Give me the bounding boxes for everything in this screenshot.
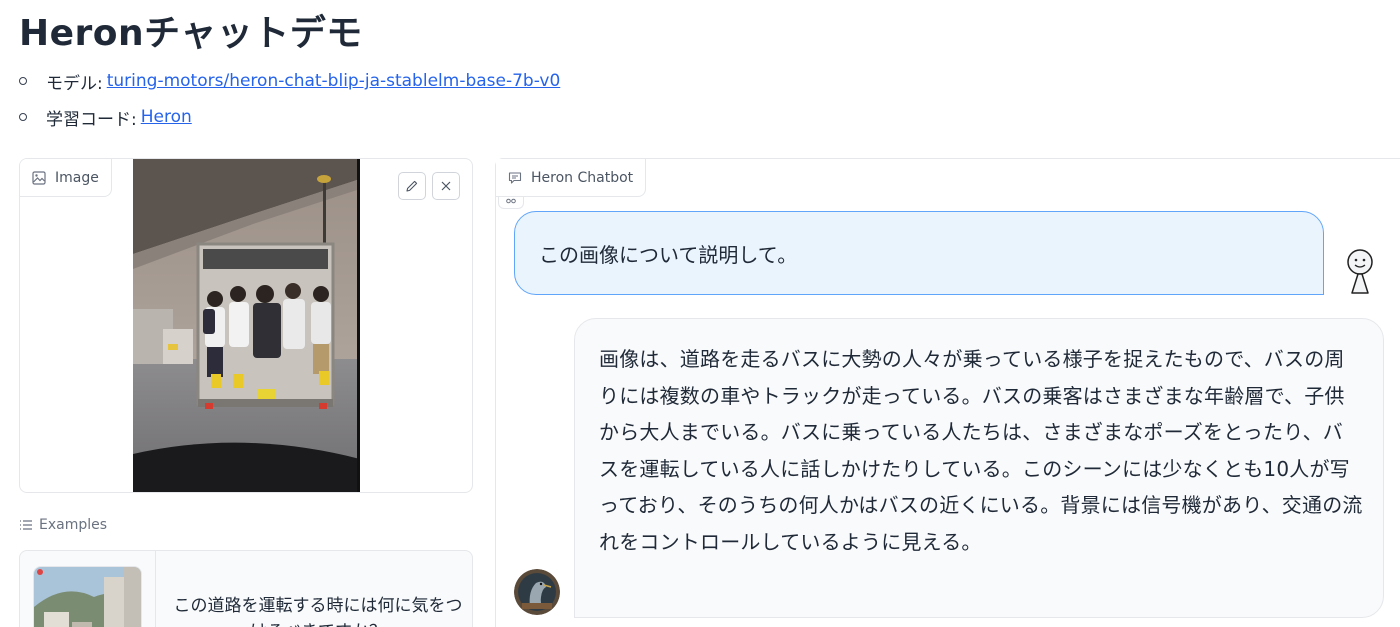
- image-tools: [398, 172, 460, 200]
- code-label: 学習コード:: [46, 109, 137, 130]
- model-link[interactable]: turing-motors/heron-chat-blip-ja-stablel…: [107, 71, 561, 91]
- page-title: Heronチャットデモ: [19, 13, 363, 54]
- image-icon: [32, 170, 46, 185]
- list-icon: [20, 520, 32, 530]
- model-label: モデル:: [46, 73, 103, 94]
- chat-icon: [508, 171, 522, 184]
- chatbot-panel-title: Heron Chatbot: [531, 169, 634, 186]
- examples-title: Examples: [39, 517, 108, 533]
- meta-list: モデル: turing-motors/heron-chat-blip-ja-st…: [19, 63, 560, 135]
- clear-image-button[interactable]: [432, 172, 460, 200]
- image-panel: Image: [19, 158, 473, 493]
- examples-label: Examples: [19, 517, 107, 533]
- example-text: この道路を運転する時には何に気をつけるべきですか？: [173, 596, 463, 627]
- code-link[interactable]: Heron: [141, 107, 192, 127]
- example-thumbnail[interactable]: [33, 566, 142, 627]
- chatbot-panel-label: Heron Chatbot: [496, 159, 647, 197]
- user-message-text: この画像について説明して。: [539, 242, 798, 267]
- bot-avatar: [514, 569, 560, 615]
- image-panel-title: Image: [55, 169, 99, 186]
- example-row[interactable]: この道路を運転する時には何に気をつけるべきですか？: [19, 550, 473, 627]
- user-message: この画像について説明して。: [514, 211, 1324, 295]
- bullet-icon: [19, 77, 27, 85]
- close-icon: [441, 181, 451, 191]
- code-info: 学習コード: Heron: [19, 99, 560, 135]
- chatbot-panel: Heron Chatbot この画像について説明して。 画像は、道路を走るバスに…: [495, 158, 1400, 627]
- bot-message-text: 画像は、道路を走るバスに大勢の人々が乗っている様子を捉えたもので、バスの周りには…: [599, 347, 1363, 554]
- example-thumb-cell: [20, 551, 156, 627]
- pencil-icon: [406, 180, 418, 192]
- edit-image-button[interactable]: [398, 172, 426, 200]
- bullet-icon: [19, 113, 27, 121]
- uploaded-image[interactable]: [133, 159, 360, 492]
- bot-message: 画像は、道路を走るバスに大勢の人々が乗っている様子を捉えたもので、バスの周りには…: [574, 318, 1384, 618]
- image-panel-label: Image: [20, 159, 112, 197]
- link-icon: [506, 198, 516, 203]
- model-info: モデル: turing-motors/heron-chat-blip-ja-st…: [19, 63, 560, 99]
- user-avatar: [1338, 247, 1382, 297]
